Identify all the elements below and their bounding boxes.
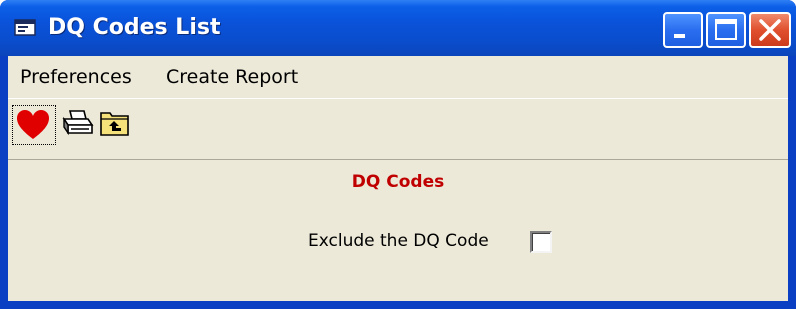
toolbar: [8, 99, 788, 160]
app-window-icon: [14, 18, 38, 38]
menu-create-report[interactable]: Create Report: [166, 64, 298, 90]
exclude-dq-code-label: Exclude the DQ Code: [308, 231, 489, 251]
menu-bar: Preferences Create Report: [8, 56, 788, 99]
maximize-button[interactable]: [706, 12, 746, 48]
window-title: DQ Codes List: [48, 15, 221, 40]
content-panel: DQ Codes Exclude the DQ Code: [8, 160, 788, 301]
menu-preferences[interactable]: Preferences: [20, 64, 132, 90]
title-bar[interactable]: DQ Codes List: [0, 0, 796, 56]
favorite-button[interactable]: [12, 105, 56, 145]
minimize-button[interactable]: [663, 12, 703, 48]
exclude-dq-code-checkbox[interactable]: [530, 231, 552, 253]
section-heading: DQ Codes: [351, 172, 445, 192]
close-button[interactable]: [749, 12, 791, 48]
client-area: Preferences Create Report DQ Codes Exclu…: [8, 56, 788, 301]
dq-codes-list-window: DQ Codes List Preferences Create Report …: [0, 0, 796, 309]
folder-up-button[interactable]: [98, 105, 142, 145]
